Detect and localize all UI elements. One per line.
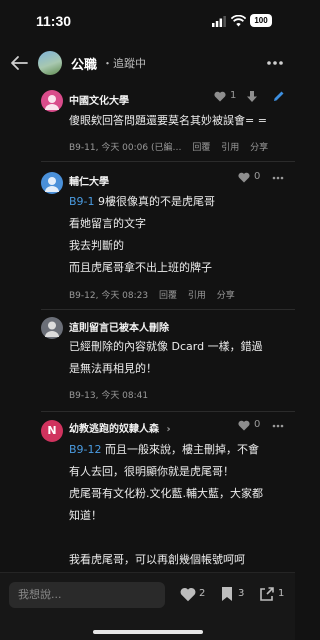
wifi-icon [231, 15, 246, 27]
comment-line: 看她留言的文字 [69, 217, 146, 230]
avatar-letter: N [47, 424, 57, 437]
like-count: 0 [254, 171, 261, 182]
comment-line: 我看虎尾哥，可以再創幾個帳號呵呵 [69, 553, 245, 566]
floor-reference-link[interactable]: B9-12 [69, 443, 102, 456]
battery-icon: 100 [250, 14, 272, 27]
reply-button[interactable]: 回覆 [192, 143, 210, 153]
post-save-count: 3 [238, 588, 245, 599]
bottom-action-bar: 我想說... 2 3 1 [0, 572, 295, 640]
comment-body: 已經刪除的內容就像 Dcard 一樣，錯過 是無法再相見的！ [69, 336, 263, 380]
comment-line: 我去判斷的 [69, 239, 124, 252]
comment-b9-12: 輔仁大學 0 B9-1 9樓很像真的不是虎尾哥 看她留言的文字 我去判斷的 而且… [0, 162, 295, 310]
heart-icon[interactable] [180, 587, 196, 602]
back-arrow-icon[interactable] [8, 52, 30, 74]
comment-line: 而且一般來說，樓主刪掉，不會 [101, 443, 260, 456]
header: 公職 ・追蹤中 [0, 44, 295, 84]
comment-meta: B9-12, 今天 08:23 回覆 引用 分享 [69, 288, 235, 301]
downvote-icon[interactable] [246, 90, 258, 103]
heart-icon [214, 91, 226, 102]
comment-b9-14: N 幼教逃跑的奴隸人森 › 0 B9-12 而且一般來說，樓主刪掉，不會 有人去… [0, 412, 295, 572]
board-avatar[interactable] [38, 51, 62, 75]
home-indicator [93, 630, 203, 634]
author-name: 幼教逃跑的奴隸人森 [69, 424, 159, 435]
more-options-icon[interactable] [266, 60, 284, 66]
comment-line: 有人去回，很明顯你就是虎尾哥！ [69, 465, 234, 478]
comment-meta: B9-13, 今天 08:41 [69, 388, 148, 401]
chevron-right-icon: › [166, 424, 171, 435]
comment-input[interactable]: 我想說... [9, 582, 165, 608]
heart-icon [238, 420, 250, 431]
more-options-icon[interactable] [272, 424, 284, 428]
deleted-notice: 這則留言已被本人刪除 [69, 323, 169, 334]
comment-line: 9樓很像真的不是虎尾哥 [94, 195, 216, 208]
comment-meta: B9-11, 今天 00:06 (已編… 回覆 引用 分享 [69, 140, 268, 153]
comment-line: 是無法再相見的！ [69, 362, 157, 375]
avatar[interactable]: N [41, 420, 63, 442]
comment-b9-11: 中國文化大學 1 傻眼欸回答問題還要莫名其妙被誤會= = B9-11, 今天 0… [0, 84, 295, 162]
quote-button[interactable]: 引用 [221, 143, 239, 153]
quote-button[interactable]: 引用 [188, 291, 206, 301]
comment-line: 傻眼欸回答問題還要莫名其妙被誤會= = [69, 114, 267, 127]
more-options-icon[interactable] [272, 176, 284, 180]
floor-reference-link[interactable]: B9-1 [69, 195, 95, 208]
user-silhouette-icon [45, 177, 59, 192]
comment-line: 已經刪除的內容就像 Dcard 一樣，錯過 [69, 340, 263, 353]
like-count: 1 [230, 90, 237, 101]
board-name[interactable]: 公職 [71, 54, 97, 73]
bookmark-icon[interactable] [221, 586, 233, 602]
comment-body: 傻眼欸回答問題還要莫名其妙被誤會= = [69, 110, 267, 132]
floor-time: B9-11, 今天 00:06 (已編… [69, 143, 182, 153]
share-icon[interactable] [259, 586, 275, 602]
post-like-count: 2 [199, 588, 206, 599]
edit-pencil-icon[interactable] [273, 90, 285, 102]
avatar[interactable] [41, 172, 63, 194]
avatar[interactable] [41, 90, 63, 112]
follow-status[interactable]: ・追蹤中 [102, 55, 146, 71]
comment-author[interactable]: 中國文化大學 [69, 92, 129, 107]
comment-line: 虎尾哥有文化粉.文化藍.輔大藍，大家都 [69, 487, 263, 500]
user-silhouette-icon [45, 95, 59, 110]
post-share-count: 1 [278, 588, 285, 599]
floor-time: B9-13, 今天 08:41 [69, 391, 149, 401]
comment-line: 知道！ [69, 509, 102, 522]
like-count: 0 [254, 419, 261, 430]
comment-line: 而且虎尾哥拿不出上班的牌子 [69, 261, 212, 274]
comment-b9-13: 這則留言已被本人刪除 已經刪除的內容就像 Dcard 一樣，錯過 是無法再相見的… [0, 310, 295, 412]
floor-time: B9-12, 今天 08:23 [69, 291, 149, 301]
share-button[interactable]: 分享 [217, 291, 235, 301]
share-button[interactable]: 分享 [250, 143, 268, 153]
avatar [41, 317, 63, 339]
comment-body: B9-1 9樓很像真的不是虎尾哥 看她留言的文字 我去判斷的 而且虎尾哥拿不出上… [69, 191, 215, 279]
comment-line [69, 527, 263, 549]
status-bar: 11:30 100 [0, 0, 295, 44]
user-silhouette-icon [45, 321, 59, 337]
comment-body: B9-12 而且一般來說，樓主刪掉，不會 有人去回，很明顯你就是虎尾哥！ 虎尾哥… [69, 439, 263, 571]
signal-icon [212, 16, 226, 27]
comment-author[interactable]: 輔仁大學 [69, 173, 109, 188]
comment-author[interactable]: 幼教逃跑的奴隸人森 › [69, 420, 171, 435]
status-time: 11:30 [36, 13, 72, 29]
reply-button[interactable]: 回覆 [159, 291, 177, 301]
heart-icon [238, 172, 250, 183]
